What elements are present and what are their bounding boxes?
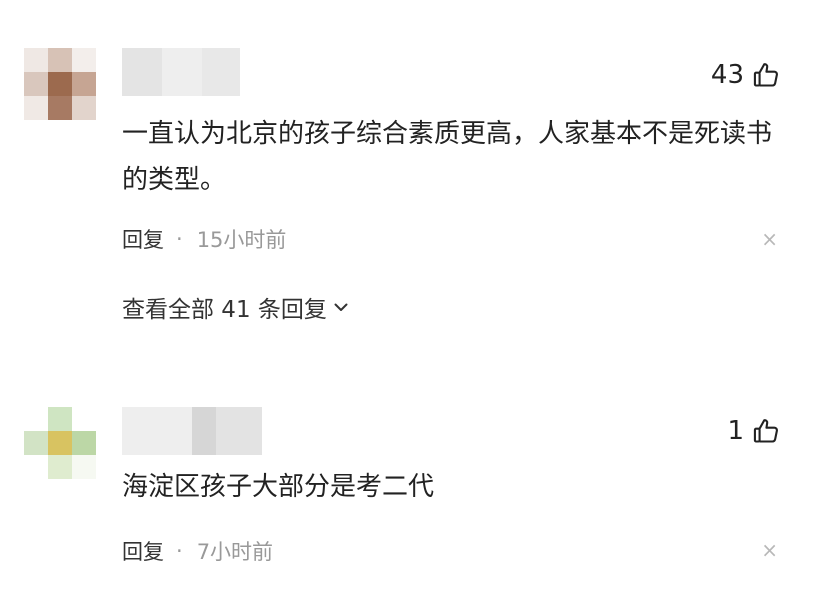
comment-meta: 回复 · 15小时前 [122, 224, 286, 254]
like-count: 1 [727, 416, 744, 446]
like-count: 43 [710, 60, 744, 90]
meta-separator: · [176, 539, 183, 563]
close-icon[interactable]: × [761, 227, 778, 251]
comment-meta: 回复 · 7小时前 [122, 536, 273, 566]
timestamp: 15小时前 [196, 228, 287, 252]
view-all-replies-label: 查看全部 41 条回复 [122, 297, 327, 323]
like-control[interactable]: 43 [711, 60, 780, 90]
like-control[interactable]: 1 [727, 416, 780, 446]
reply-button[interactable]: 回复 [122, 536, 164, 566]
comment-text: 海淀区孩子大部分是考二代 [122, 472, 435, 502]
thumbs-up-icon[interactable] [752, 417, 780, 445]
timestamp: 7小时前 [196, 540, 274, 564]
meta-separator: · [176, 227, 183, 251]
avatar[interactable] [24, 48, 96, 120]
avatar[interactable] [24, 407, 96, 479]
view-all-replies-button[interactable]: 查看全部 41 条回复 [122, 290, 349, 324]
username[interactable] [122, 48, 240, 96]
username[interactable] [122, 407, 262, 455]
chevron-down-icon [334, 303, 348, 311]
comment-text: 一直认为北京的孩子综合素质更高，人家基本不是死读书的类型。 [122, 119, 773, 195]
thumbs-up-icon[interactable] [752, 61, 780, 89]
reply-button[interactable]: 回复 [122, 224, 164, 254]
close-icon[interactable]: × [761, 538, 778, 562]
